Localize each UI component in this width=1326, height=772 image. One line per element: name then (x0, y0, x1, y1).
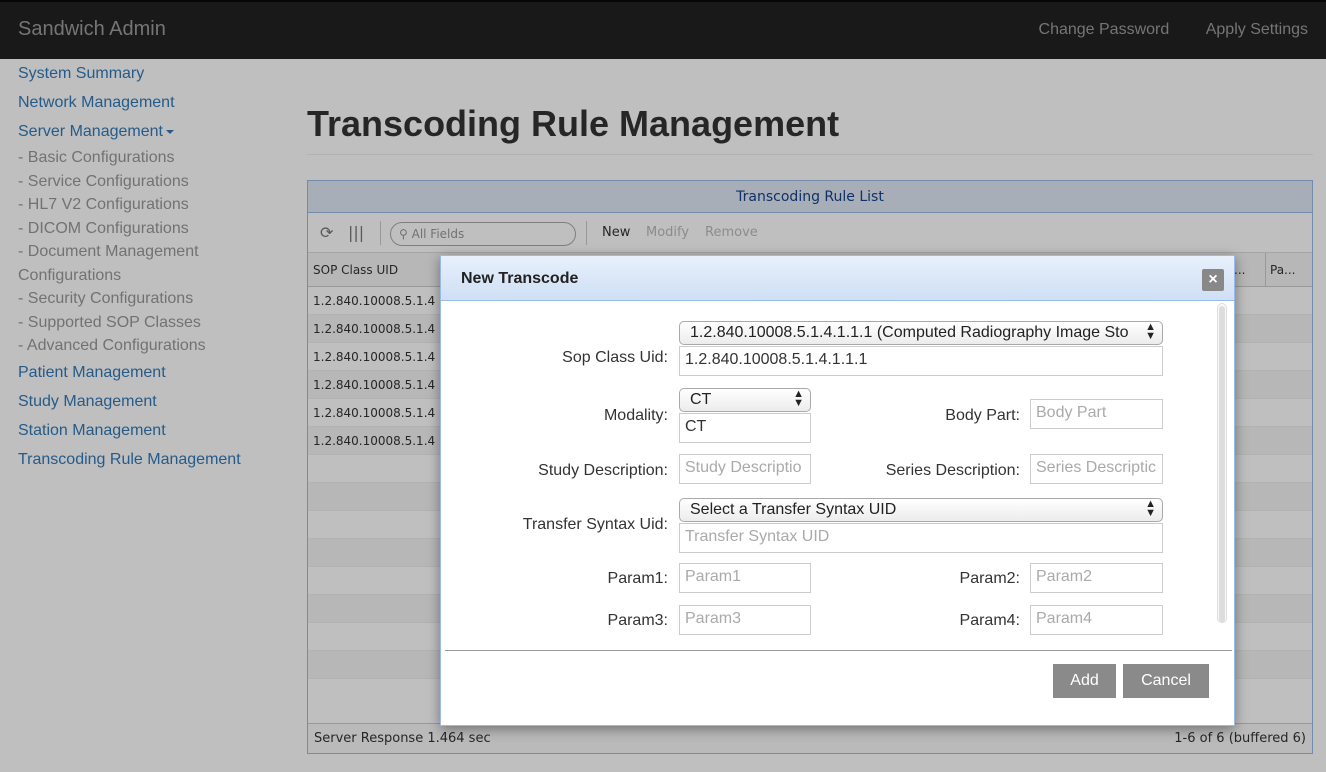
dialog-form: Sop Class Uid: 1.2.840.10008.5.1.4.1.1.1… (441, 302, 1196, 650)
study-description-input[interactable]: Study Descriptio (679, 454, 811, 484)
param2-input[interactable]: Param2 (1030, 563, 1163, 593)
select-arrows-icon: ▲ ▼ (1145, 321, 1156, 342)
param4-label: Param4: (959, 612, 1020, 629)
study-description-label: Study Description: (538, 462, 668, 479)
series-description-label: Series Description: (885, 462, 1020, 479)
select-arrows-icon: ▲ ▼ (1145, 498, 1156, 519)
modality-input[interactable]: CT (679, 413, 811, 443)
cancel-button[interactable]: Cancel (1123, 664, 1209, 698)
sop-class-uid-select[interactable]: 1.2.840.10008.5.1.4.1.1.1 (Computed Radi… (679, 321, 1163, 345)
transfer-syntax-select-value: Select a Transfer Syntax UID (690, 501, 897, 518)
select-arrows-icon: ▲ ▼ (793, 388, 804, 409)
param4-input[interactable]: Param4 (1030, 605, 1163, 635)
sop-class-uid-select-value: 1.2.840.10008.5.1.4.1.1.1 (Computed Radi… (690, 324, 1129, 341)
body-part-input[interactable]: Body Part (1030, 399, 1163, 429)
series-description-input[interactable]: Series Descriptic (1030, 454, 1163, 484)
modality-label: Modality: (603, 407, 668, 424)
dialog-scrollbar[interactable] (1217, 303, 1227, 623)
close-icon[interactable]: × (1202, 269, 1224, 291)
param1-label: Param1: (607, 570, 668, 587)
add-button[interactable]: Add (1053, 664, 1116, 698)
sop-class-uid-label: Sop Class Uid: (562, 349, 668, 366)
transfer-syntax-uid-label: Transfer Syntax Uid: (522, 516, 668, 533)
scrollbar-thumb[interactable] (1219, 306, 1225, 622)
new-transcode-dialog: New Transcode × Sop Class Uid: 1.2.840.1… (440, 255, 1235, 726)
transfer-syntax-uid-select[interactable]: Select a Transfer Syntax UID ▲ ▼ (679, 498, 1163, 522)
transfer-syntax-uid-input[interactable]: Transfer Syntax UID (679, 523, 1163, 553)
param3-label: Param3: (607, 612, 668, 629)
dialog-divider (445, 650, 1232, 651)
sop-class-uid-input[interactable]: 1.2.840.10008.5.1.4.1.1.1 (679, 346, 1163, 376)
body-part-label: Body Part: (945, 407, 1020, 424)
dialog-title: New Transcode (461, 270, 579, 287)
param2-label: Param2: (959, 570, 1020, 587)
modality-select[interactable]: CT ▲ ▼ (679, 388, 811, 412)
param3-input[interactable]: Param3 (679, 605, 811, 635)
modality-select-value: CT (690, 391, 712, 408)
dialog-header: New Transcode × (441, 256, 1234, 301)
param1-input[interactable]: Param1 (679, 563, 811, 593)
